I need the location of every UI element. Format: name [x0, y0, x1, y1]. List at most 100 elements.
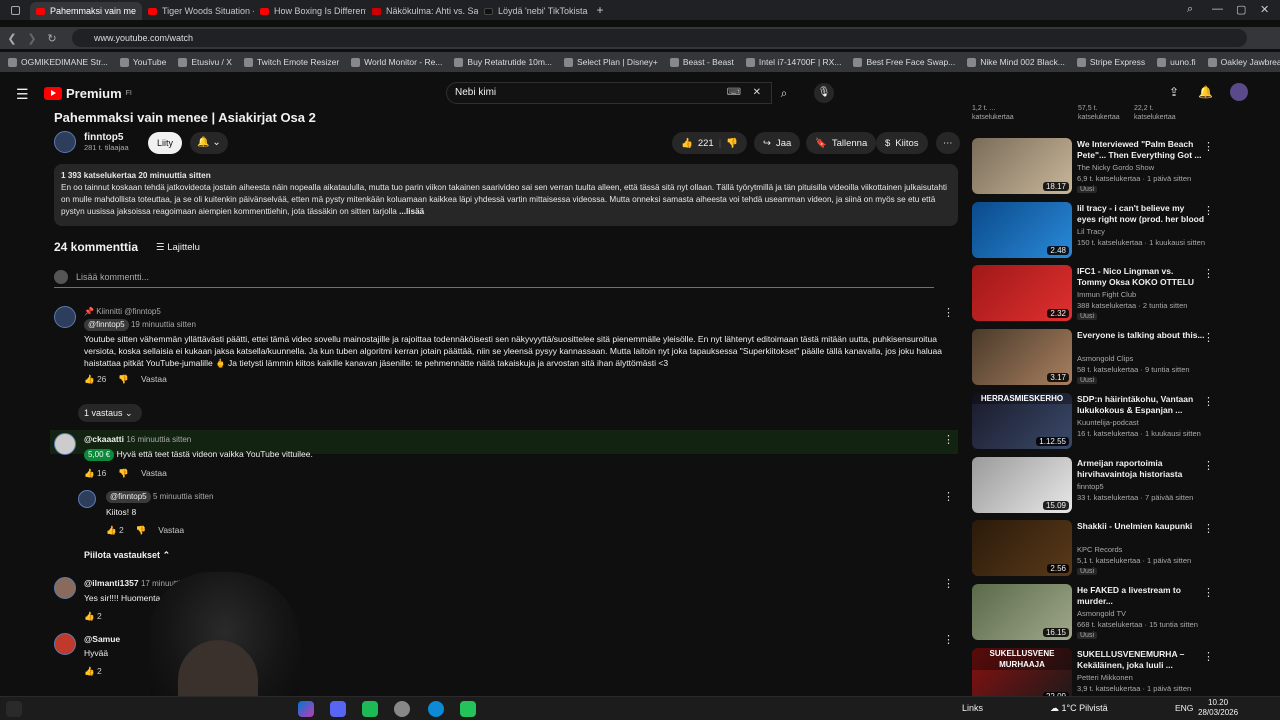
video-menu-icon[interactable]: ⋮ [1203, 140, 1214, 153]
search-tabs-icon[interactable]: ⌕ [1187, 3, 1193, 16]
related-video[interactable]: 15.09 Armeijan raportoimia hirvihavaintoj… [972, 456, 1262, 515]
minimize-icon[interactable]: — [1212, 3, 1223, 15]
links-toolbar[interactable]: Links [962, 703, 983, 713]
bookmark-item[interactable]: Buy Retatrutide 10m... [454, 57, 552, 67]
bookmark-item[interactable]: Nike Mind 002 Black... [967, 57, 1065, 67]
related-video[interactable]: 2.48 lil tracy - i can't believe my eyes … [972, 201, 1262, 260]
search-input[interactable]: Nebi kimi ⌨ ✕ [446, 82, 772, 104]
video-thumbnail[interactable]: 16.15 [972, 583, 1072, 640]
video-menu-icon[interactable]: ⋮ [1203, 586, 1214, 599]
upload-icon[interactable]: ⇪ [1169, 85, 1179, 99]
menu-icon[interactable]: ☰ [16, 86, 29, 103]
bookmark-item[interactable]: Best Free Face Swap... [853, 57, 955, 67]
video-thumbnail[interactable]: HERRASMIESKERHO 1.12.55 [972, 392, 1072, 449]
new-tab-button[interactable]: + [590, 3, 610, 17]
channel-avatar[interactable] [54, 131, 76, 153]
bookmark-item[interactable]: YouTube [119, 57, 166, 67]
video-thumbnail[interactable]: 2.48 [972, 201, 1072, 258]
like-button[interactable]: 👍 16 [84, 467, 106, 479]
tab-2[interactable]: How Boxing Is Different Fr [254, 2, 366, 20]
video-menu-icon[interactable]: ⋮ [1203, 204, 1214, 217]
youtube-logo[interactable]: Premium FI [44, 86, 132, 101]
related-video[interactable]: 16.15 He FAKED a livestream to murder... A… [972, 583, 1262, 642]
clear-icon[interactable]: ✕ [753, 83, 761, 103]
comment-menu-icon[interactable]: ⋮ [943, 306, 954, 319]
tab-actions-icon[interactable] [0, 0, 30, 20]
close-window-icon[interactable]: ✕ [1260, 3, 1269, 16]
related-video[interactable]: 2.32 IFC1 - Nico Lingman vs. Tommy Oksa K… [972, 265, 1262, 323]
bookmark-item[interactable]: OGMIKEDIMANE Str... [8, 57, 108, 67]
video-menu-icon[interactable]: ⋮ [1203, 459, 1214, 472]
keyboard-icon[interactable]: ⌨ [727, 83, 741, 103]
like-button[interactable]: 👍 2 [84, 665, 102, 677]
tab-3[interactable]: Näkökulma: Ahti vs. Sann [366, 2, 478, 20]
bell-icon[interactable]: 🔔 [1198, 85, 1213, 99]
bookmark-item[interactable]: Select Plan | Disney+ [564, 57, 658, 67]
bookmark-item[interactable]: Beast - Beast [669, 57, 734, 67]
spotify-icon[interactable] [362, 701, 378, 717]
save-button[interactable]: 🔖 Tallenna [806, 132, 877, 154]
hide-replies-button[interactable]: Piilota vastaukset ⌃ [84, 550, 170, 561]
bookmark-item[interactable]: Etusivu / X [178, 57, 232, 67]
related-video[interactable]: 3.17 Everyone is talking about this... Asm… [972, 329, 1262, 387]
dislike-button[interactable]: 👎 [118, 373, 129, 385]
comment-author[interactable]: @ilmanti1357 [84, 578, 139, 588]
clock[interactable]: 10.20 28/03/2026 [1198, 698, 1238, 718]
channel-name[interactable]: finntop5 [84, 132, 129, 143]
avatar[interactable] [78, 490, 96, 508]
show-replies-button[interactable]: 1 vastaus ⌄ [78, 404, 142, 422]
avatar[interactable] [54, 577, 76, 599]
steam-icon[interactable] [394, 701, 410, 717]
video-thumbnail[interactable]: 15.09 [972, 456, 1072, 513]
video-thumbnail[interactable]: 3.17 [972, 329, 1072, 386]
dislike-button[interactable]: 👎 [136, 524, 147, 536]
video-thumbnail[interactable]: 2.32 [972, 265, 1072, 322]
video-menu-icon[interactable]: ⋮ [1203, 267, 1214, 280]
like-button[interactable]: 👍 2 [84, 610, 102, 622]
app-icon[interactable] [298, 701, 314, 717]
thanks-button[interactable]: $ Kiitos [876, 132, 928, 154]
avatar[interactable] [54, 633, 76, 655]
maximize-icon[interactable]: ▢ [1236, 3, 1246, 16]
more-actions-button[interactable]: ⋯ [936, 132, 960, 154]
mic-button[interactable]: 🎙 [814, 83, 834, 103]
tab-4[interactable]: Löydä 'nebi' TikTokista | Ti [478, 2, 590, 20]
comment-menu-icon[interactable]: ⋮ [943, 577, 954, 590]
comment-menu-icon[interactable]: ⋮ [943, 490, 954, 503]
discord-icon[interactable] [330, 701, 346, 717]
notifications-button[interactable]: 🔔 ⌄ [190, 132, 228, 154]
like-button[interactable]: 👍 221 | 👎 [672, 132, 748, 154]
search-button[interactable]: ⌕ [772, 82, 796, 104]
show-more-link[interactable]: ...lisää [399, 207, 424, 216]
app-icon[interactable] [460, 701, 476, 717]
related-video[interactable]: 2.56 Shakkii - Unelmien kaupunki KPC Recor… [972, 520, 1262, 578]
video-thumbnail[interactable]: 2.56 [972, 520, 1072, 577]
description-box[interactable]: 1 393 katselukertaa 20 minuuttia sitten … [54, 164, 958, 226]
join-button[interactable]: Liity [148, 132, 182, 154]
start-icon[interactable] [6, 701, 22, 717]
bookmark-item[interactable]: Stripe Express [1076, 57, 1145, 67]
like-button[interactable]: 👍 26 [84, 373, 106, 385]
comment-author[interactable]: @Samue [84, 634, 120, 644]
avatar[interactable] [54, 433, 76, 455]
bookmark-item[interactable]: Intel i7-14700F | RX... [745, 57, 841, 67]
video-menu-icon[interactable]: ⋮ [1203, 395, 1214, 408]
weather-widget[interactable]: ☁ 1°C Pilvistä [1050, 703, 1108, 714]
comment-menu-icon[interactable]: ⋮ [943, 433, 954, 446]
related-video[interactable]: 18.17 We Interviewed "Palm Beach Pete"...… [972, 138, 1262, 196]
tab-0[interactable]: Pahemmaksi vain me✕ [30, 2, 142, 20]
sort-button[interactable]: ☰ Lajittelu [156, 242, 200, 253]
comment-author[interactable]: @finntop5 [106, 491, 151, 503]
language-indicator[interactable]: ENG [1175, 703, 1193, 713]
back-icon[interactable]: ❮ [2, 32, 22, 45]
avatar[interactable] [54, 306, 76, 328]
bookmark-item[interactable]: World Monitor - Re... [351, 57, 442, 67]
related-video[interactable]: HERRASMIESKERHO 1.12.55 SDP:n häirintäkohu… [972, 392, 1262, 451]
reply-button[interactable]: Vastaa [141, 467, 167, 479]
url-field[interactable]: www.youtube.com/watch [72, 29, 1247, 47]
bookmark-item[interactable]: Oakley Jawbreaker P... [1207, 57, 1280, 67]
reload-icon[interactable]: ↻ [42, 32, 62, 45]
bookmark-item[interactable]: uuno.fi [1157, 57, 1196, 67]
avatar[interactable] [1230, 83, 1248, 101]
video-menu-icon[interactable]: ⋮ [1203, 522, 1214, 535]
